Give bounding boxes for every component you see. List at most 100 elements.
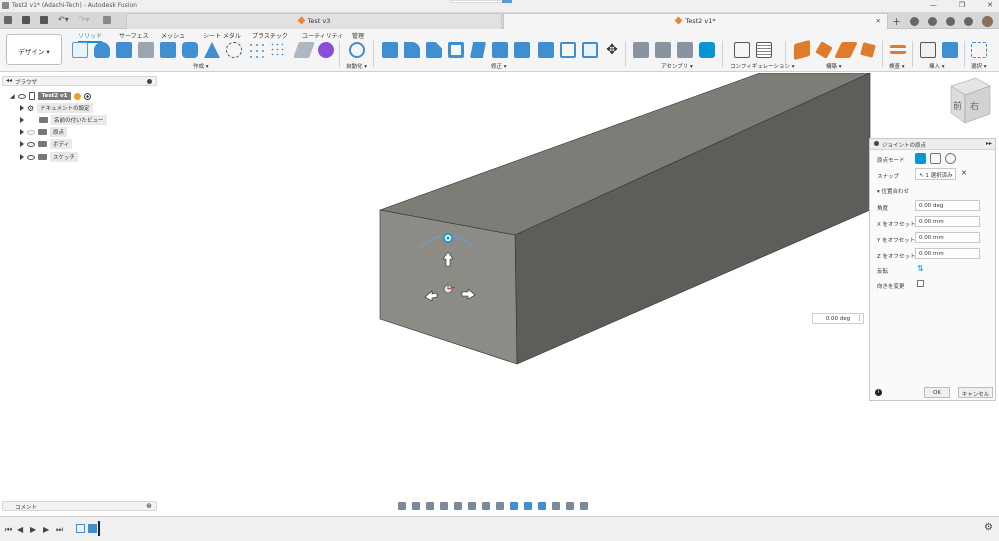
offset-face-icon[interactable]: [538, 42, 554, 58]
comments-panel-header[interactable]: コメント ⊕: [2, 501, 157, 511]
undo-icon[interactable]: ↶▾: [58, 15, 69, 24]
new-tab-icon[interactable]: ＋: [892, 15, 901, 28]
cone-icon[interactable]: [204, 42, 220, 58]
form-icon[interactable]: [318, 42, 334, 58]
grid-settings-icon[interactable]: [482, 502, 490, 510]
tab-plastic[interactable]: プラスチック: [252, 31, 288, 40]
info-icon[interactable]: i: [875, 389, 882, 396]
view-mode-2-icon[interactable]: [524, 502, 532, 510]
snap-selection[interactable]: ↖ 1 選択済み: [915, 168, 956, 180]
avatar[interactable]: [982, 16, 993, 27]
insert-canvas-icon[interactable]: [942, 42, 958, 58]
z-offset-field[interactable]: 0.00 mm: [915, 248, 980, 259]
3d-viewport[interactable]: 前 右: [0, 73, 999, 500]
plane-surface-icon[interactable]: [293, 42, 315, 58]
scale-icon[interactable]: [492, 42, 508, 58]
shell-icon[interactable]: [448, 42, 464, 58]
modify-group-label[interactable]: 修正 ▾: [491, 62, 507, 70]
timeline-sketch-feature-icon[interactable]: [76, 524, 85, 533]
midplane-icon[interactable]: [834, 42, 858, 58]
job-status-icon[interactable]: [928, 17, 937, 26]
zoom-window-icon[interactable]: [454, 502, 462, 510]
go-to-start-icon[interactable]: ⏮: [5, 525, 12, 535]
y-offset-field[interactable]: 0.00 mm: [915, 232, 980, 243]
look-at-icon[interactable]: [412, 502, 420, 510]
origin-mode-two-face-icon[interactable]: [945, 153, 956, 164]
play-icon[interactable]: ▶: [30, 525, 36, 534]
configuration-table-icon[interactable]: [756, 42, 772, 58]
plane-at-angle-icon[interactable]: [815, 41, 833, 59]
change-direction-checkbox[interactable]: [917, 280, 924, 287]
pan-icon[interactable]: [426, 502, 434, 510]
move-copy-icon[interactable]: ✥: [604, 42, 620, 58]
maximize-button[interactable]: ❐: [959, 1, 965, 9]
view-mode-6-icon[interactable]: [580, 502, 588, 510]
add-comment-icon[interactable]: ⊕: [146, 502, 152, 510]
pattern-icon[interactable]: [248, 42, 264, 58]
tab-surface[interactable]: サーフェス: [119, 31, 149, 40]
view-mode-5-icon[interactable]: [566, 502, 574, 510]
inspect-group-label[interactable]: 検査 ▾: [889, 62, 905, 70]
joint-origin-icon[interactable]: [699, 42, 715, 58]
automate-icon[interactable]: [349, 42, 365, 58]
display-settings-icon[interactable]: [468, 502, 476, 510]
tab-mesh[interactable]: メッシュ: [161, 31, 185, 40]
settings-gear-icon[interactable]: ⚙: [984, 522, 993, 533]
new-component-icon[interactable]: [633, 42, 649, 58]
tab-manage[interactable]: 管理: [352, 31, 364, 40]
combine-icon[interactable]: [514, 42, 530, 58]
tab-test2-v1[interactable]: Test2 v1* ✕: [503, 13, 888, 29]
joint-icon[interactable]: [655, 42, 671, 58]
spline-icon[interactable]: [226, 42, 242, 58]
offset-plane-icon[interactable]: [794, 39, 810, 61]
minimize-button[interactable]: —: [930, 1, 937, 9]
select-icon[interactable]: [971, 42, 987, 58]
align-icon[interactable]: [582, 42, 598, 58]
origin-mode-simple-icon[interactable]: [915, 153, 926, 164]
save-icon[interactable]: [40, 15, 48, 24]
construct-axis-icon[interactable]: [860, 42, 876, 58]
step-back-icon[interactable]: ◀: [17, 525, 23, 534]
tab-sheet-metal[interactable]: シート メタル: [203, 31, 241, 40]
view-mode-1-icon[interactable]: [510, 502, 518, 510]
create-sketch-icon[interactable]: [72, 42, 88, 58]
view-cube[interactable]: 前 右: [950, 77, 991, 124]
angle-field[interactable]: 0.00 deg: [915, 200, 980, 211]
tab-test-v3[interactable]: Test v3: [126, 13, 502, 29]
construct-group-label[interactable]: 構築 ▾: [826, 62, 842, 70]
x-offset-field[interactable]: 0.00 mm: [915, 216, 980, 227]
assemble-group-label[interactable]: アセンブリ ▾: [661, 62, 693, 70]
hole-icon[interactable]: [138, 42, 154, 58]
fillet-icon[interactable]: [404, 42, 420, 58]
step-forward-icon[interactable]: ▶: [43, 525, 49, 534]
help-icon[interactable]: [964, 17, 973, 26]
orbit-icon[interactable]: [398, 502, 406, 510]
notifications-icon[interactable]: [946, 17, 955, 26]
zoom-icon[interactable]: [440, 502, 448, 510]
as-built-joint-icon[interactable]: [677, 42, 693, 58]
more-options-icon[interactable]: ⋮: [856, 314, 863, 322]
tab-utility[interactable]: ユーティリティ: [302, 31, 343, 40]
go-to-end-icon[interactable]: ⏭: [56, 525, 63, 535]
extrude-icon[interactable]: [94, 42, 110, 58]
box-icon[interactable]: [160, 42, 176, 58]
insert-group-label[interactable]: 挿入 ▾: [929, 62, 945, 70]
view-cube-front-label[interactable]: 前: [953, 100, 962, 112]
workspace-switcher-button[interactable]: デザイン ▾: [6, 34, 62, 65]
press-pull-icon[interactable]: [382, 42, 398, 58]
alignment-section-header[interactable]: ▾ 位置合わせ: [877, 187, 909, 195]
select-group-label[interactable]: 選択 ▾: [971, 62, 987, 70]
close-window-button[interactable]: ✕: [987, 1, 993, 9]
view-mode-4-icon[interactable]: [552, 502, 560, 510]
file-menu-icon[interactable]: [22, 15, 30, 24]
origin-mode-between-icon[interactable]: [930, 153, 941, 164]
flip-icon[interactable]: ⇅: [917, 264, 924, 273]
configure-icon[interactable]: [734, 42, 750, 58]
measure-icon[interactable]: [890, 45, 906, 54]
viewports-icon[interactable]: [496, 502, 504, 510]
close-tab-icon[interactable]: ✕: [876, 17, 881, 25]
draft-icon[interactable]: [470, 42, 486, 58]
chamfer-icon[interactable]: [426, 42, 442, 58]
timeline-marker-icon[interactable]: [98, 521, 100, 536]
ok-button[interactable]: OK: [924, 387, 950, 398]
